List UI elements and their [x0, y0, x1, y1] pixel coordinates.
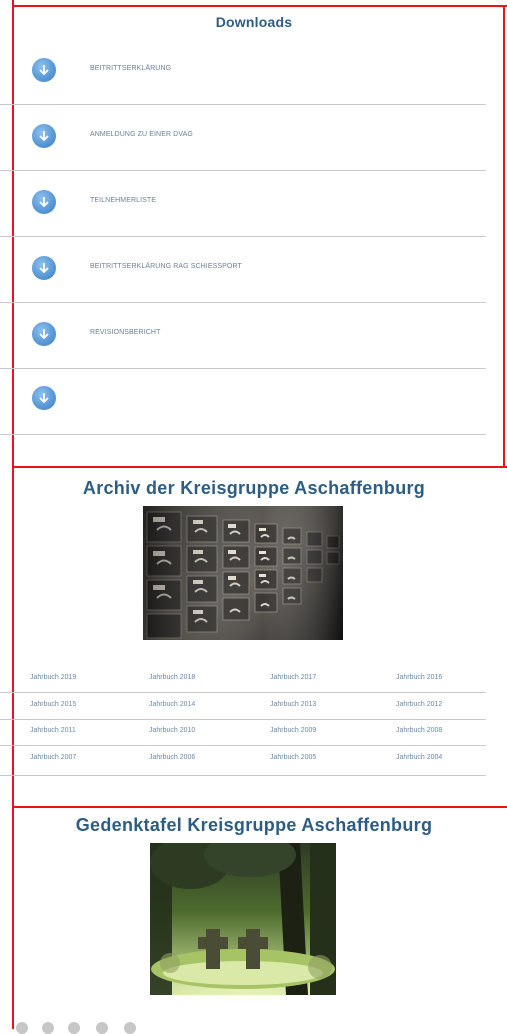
download-item-label[interactable]: REVISIONSBERICHT	[90, 329, 160, 336]
frame-left-border	[12, 0, 14, 1029]
yearbook-link[interactable]: Jahrbuch 2012	[396, 701, 442, 708]
bottom-icon	[124, 1022, 136, 1034]
frame-right-border	[503, 5, 505, 468]
download-item[interactable]: REVISIONSBERICHT	[30, 322, 470, 352]
frame-divider-memorial	[12, 806, 507, 808]
yearbook-link[interactable]: Jahrbuch 2009	[270, 727, 316, 734]
yearbook-link[interactable]: Jahrbuch 2011	[30, 727, 76, 734]
yearbook-link[interactable]: Jahrbuch 2010	[149, 727, 195, 734]
yearbook-link[interactable]: Jahrbuch 2005	[270, 754, 316, 761]
divider	[0, 236, 486, 237]
yearbook-link[interactable]: Jahrbuch 2004	[396, 754, 442, 761]
download-arrow-icon	[32, 256, 56, 280]
download-arrow-icon	[32, 386, 56, 410]
bottom-icon	[68, 1022, 80, 1034]
bottom-icon	[42, 1022, 54, 1034]
yearbook-link[interactable]: Jahrbuch 2016	[396, 674, 442, 681]
yearbook-link[interactable]: Jahrbuch 2018	[149, 674, 195, 681]
download-item-label[interactable]: BEITRITTSERKLÄRUNG	[90, 65, 171, 72]
divider	[0, 745, 486, 746]
frame-top-border	[12, 5, 507, 7]
download-item-label[interactable]: ANMELDUNG ZU EINER DVAG	[90, 131, 193, 138]
frame-divider-archive	[12, 466, 507, 468]
divider	[0, 368, 486, 369]
download-item[interactable]: TEILNEHMERLISTE	[30, 190, 470, 220]
divider	[0, 302, 486, 303]
download-arrow-icon	[32, 124, 56, 148]
downloads-title: Downloads	[215, 14, 293, 30]
divider	[0, 692, 486, 693]
divider	[0, 434, 486, 435]
yearbook-link[interactable]: Jahrbuch 2014	[149, 701, 195, 708]
bottom-icon	[96, 1022, 108, 1034]
archive-image	[143, 506, 343, 640]
memorial-image	[150, 833, 336, 995]
download-arrow-icon	[32, 58, 56, 82]
yearbook-link[interactable]: Jahrbuch 2007	[30, 754, 76, 761]
bottom-icon	[16, 1022, 28, 1034]
yearbook-link[interactable]: Jahrbuch 2017	[270, 674, 316, 681]
download-arrow-icon	[32, 190, 56, 214]
download-item-label[interactable]: TEILNEHMERLISTE	[90, 197, 156, 204]
download-item[interactable]: ANMELDUNG ZU EINER DVAG	[30, 124, 470, 154]
divider	[0, 104, 486, 105]
yearbook-link[interactable]: Jahrbuch 2019	[30, 674, 76, 681]
download-item[interactable]: BEITRITTSERKLÄRUNG RAG SCHIESSPORT	[30, 256, 470, 286]
download-item[interactable]	[30, 386, 470, 416]
archive-title: Archiv der Kreisgruppe Aschaffenburg	[82, 478, 426, 498]
memorial-title: Gedenktafel Kreisgruppe Aschaffenburg	[75, 815, 433, 835]
yearbook-link[interactable]: Jahrbuch 2008	[396, 727, 442, 734]
yearbook-link[interactable]: Jahrbuch 2015	[30, 701, 76, 708]
download-item-label[interactable]: BEITRITTSERKLÄRUNG RAG SCHIESSPORT	[90, 263, 242, 270]
yearbook-link[interactable]: Jahrbuch 2013	[270, 701, 316, 708]
divider	[0, 775, 486, 776]
divider	[0, 170, 486, 171]
yearbook-link[interactable]: Jahrbuch 2006	[149, 754, 195, 761]
download-arrow-icon	[32, 322, 56, 346]
divider	[0, 719, 486, 720]
download-item[interactable]: BEITRITTSERKLÄRUNG	[30, 58, 470, 88]
